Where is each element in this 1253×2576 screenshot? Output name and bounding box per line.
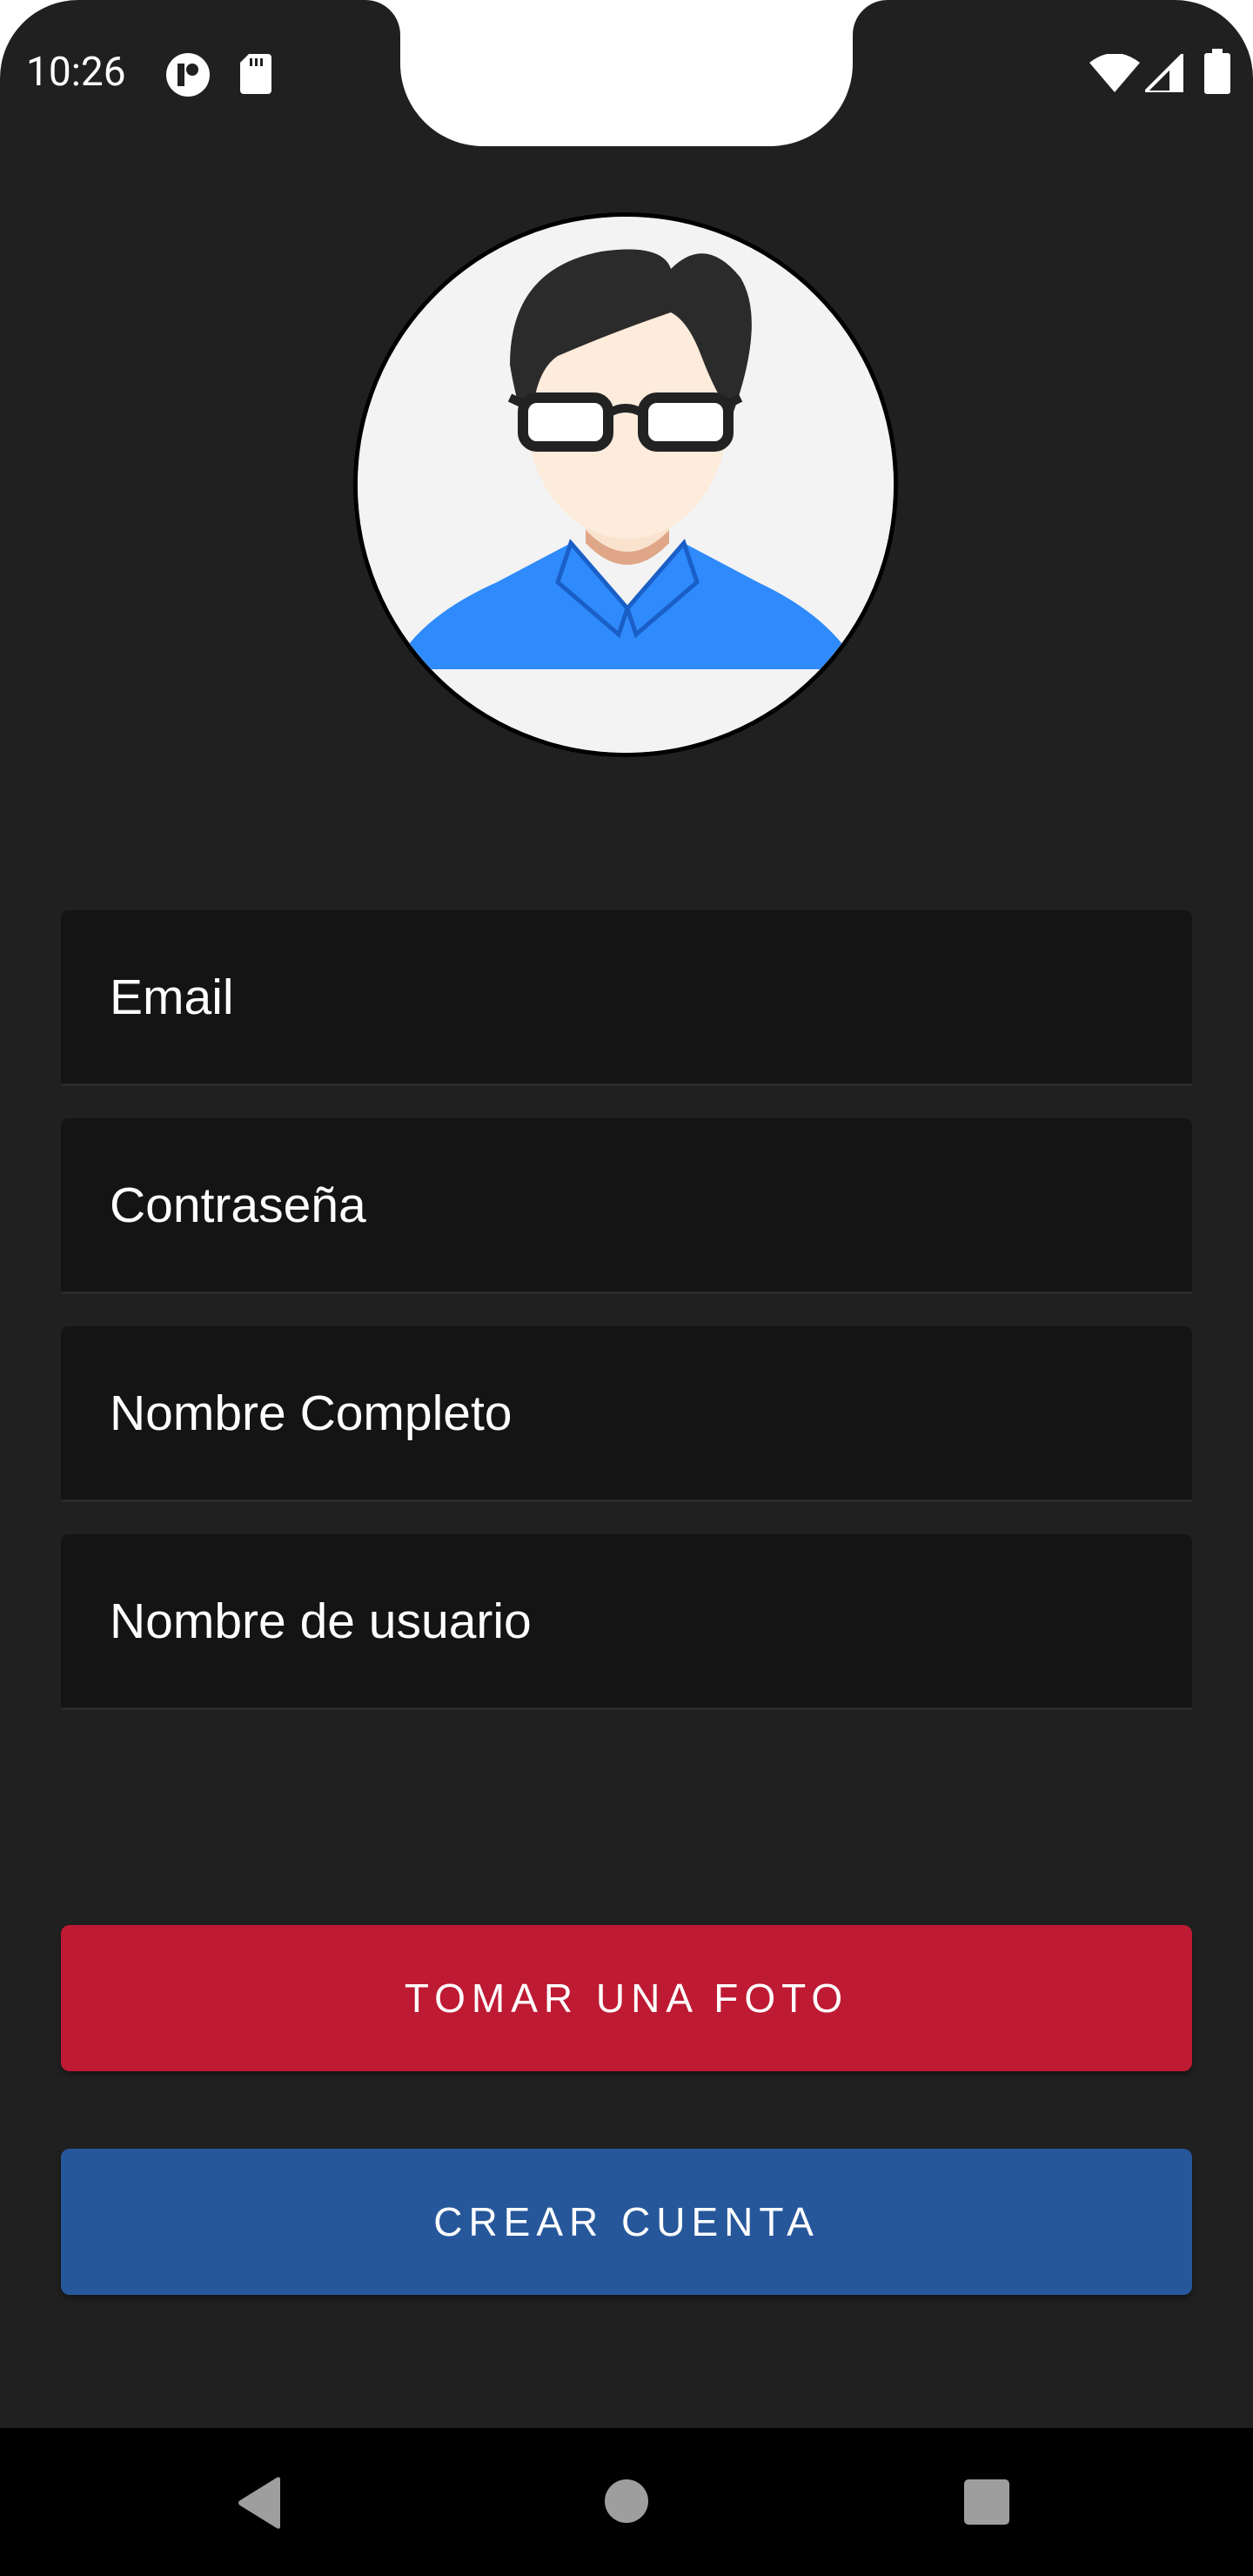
home-icon[interactable] <box>605 2479 648 2526</box>
back-icon[interactable] <box>235 2476 284 2533</box>
full-name-input[interactable] <box>110 1384 1192 1442</box>
battery-icon <box>1204 49 1230 94</box>
app-notification-icon <box>165 52 211 97</box>
email-field[interactable] <box>61 910 1192 1086</box>
wifi-icon <box>1089 54 1140 92</box>
camera-notch <box>400 0 853 146</box>
full-name-field[interactable] <box>61 1326 1192 1502</box>
username-field[interactable] <box>61 1534 1192 1710</box>
user-avatar-placeholder-icon <box>358 217 894 753</box>
password-field[interactable] <box>61 1118 1192 1294</box>
sd-card-icon <box>240 54 271 94</box>
cell-signal-icon <box>1145 54 1183 92</box>
notch-edge <box>365 0 400 35</box>
system-navigation-bar <box>0 2428 1253 2576</box>
recents-icon[interactable] <box>964 2479 1009 2528</box>
password-input[interactable] <box>110 1176 1192 1234</box>
profile-avatar[interactable] <box>353 212 898 757</box>
app-screen: 10:26 Email Nombre Completo Nombre de us… <box>0 0 1253 2576</box>
take-photo-button[interactable]: TOMAR UNA FOTO <box>61 1925 1192 2071</box>
email-input[interactable] <box>110 968 1192 1026</box>
username-input[interactable] <box>110 1592 1192 1650</box>
status-time: 10:26 <box>26 49 126 96</box>
create-account-button[interactable]: CREAR CUENTA <box>61 2149 1192 2295</box>
notch-edge <box>853 0 888 35</box>
